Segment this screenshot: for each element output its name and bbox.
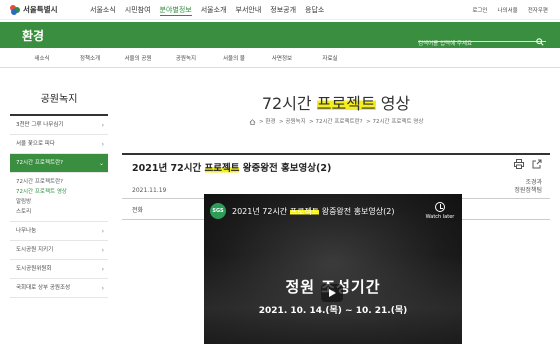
sidebar-item-park-committee[interactable]: 도시공원위원회 › xyxy=(10,260,108,279)
subnav-item-slope[interactable]: 사면정보 xyxy=(258,54,306,62)
chevron-right-icon: › xyxy=(101,285,104,292)
video-player[interactable]: SGS 2021년 72시간 프로젝트 왕중왕전 홍보영상(2) Watch l… xyxy=(204,194,462,344)
highlighted-text: 프로젝트 xyxy=(289,207,320,216)
highlighted-text: 프로젝트 xyxy=(316,94,376,113)
author-team: 정원정책팀 xyxy=(514,187,542,194)
sidebar-item-gukhoe-park[interactable]: 국회대로 상부 공원조성 › xyxy=(10,279,108,298)
search-box xyxy=(418,30,546,50)
post-date: 2021.11.19 xyxy=(132,187,167,194)
sidebar-sub-notice[interactable]: 알림방 xyxy=(16,197,108,207)
post-author: 조경과 정원정책팀 xyxy=(514,179,542,195)
nav-item-response[interactable]: 응답소 xyxy=(305,5,324,16)
breadcrumb-item[interactable]: 환경 xyxy=(265,119,275,125)
nav-item-participation[interactable]: 시민참여 xyxy=(125,5,151,16)
sidebar-item-park-protect[interactable]: 도시공원 지키기 › xyxy=(10,241,108,260)
post-view: 2021년 72시간 프로젝트 왕중왕전 홍보영상(2) 조경과 정원정책팀 2… xyxy=(122,153,550,220)
subnav-item-policy[interactable]: 정책소개 xyxy=(66,54,114,62)
breadcrumb-item[interactable]: 72시간 프로젝트 영상 xyxy=(372,119,423,125)
chevron-right-icon: › xyxy=(101,247,104,254)
breadcrumb: > 환경 > 공원녹지 > 72시간 프로젝트란? > 72시간 프로젝트 영상 xyxy=(122,117,550,125)
sub-nav: 새소식 정책소개 서울의 공원 공원녹지 서울의 물 사면정보 자료실 xyxy=(0,48,560,68)
chevron-down-icon: ⌄ xyxy=(98,160,104,167)
sidebar-item-flowers[interactable]: 서울 꽃으로 피다 › xyxy=(10,135,108,154)
breadcrumb-item[interactable]: 공원녹지 xyxy=(285,119,305,125)
author-department: 조경과 xyxy=(525,179,542,186)
home-icon[interactable] xyxy=(249,118,256,125)
seoul-logo-icon xyxy=(10,4,20,15)
channel-logo[interactable]: SGS xyxy=(210,203,226,219)
nav-item-departments[interactable]: 부서안내 xyxy=(236,5,262,16)
subnav-item-seoul-parks[interactable]: 서울의 공원 xyxy=(114,54,162,62)
section-title: 환경 xyxy=(22,29,45,43)
sidebar-item-tree-planting[interactable]: 3천만 그루 나무심기 › xyxy=(10,116,108,135)
sidebar-item-tree-sharing[interactable]: 나무나눔 › xyxy=(10,222,108,241)
logo-text: 서울특별시 xyxy=(23,5,58,14)
nav-item-field-info[interactable]: 분야별정보 xyxy=(159,5,192,16)
subnav-item-water[interactable]: 서울의 물 xyxy=(210,54,258,62)
chevron-right-icon: › xyxy=(101,122,104,129)
sidebar-sub-about[interactable]: 72시간 프로젝트란? xyxy=(16,177,108,187)
global-nav: 서울소식 시민참여 분야별정보 서울소개 부서안내 정보공개 응답소 xyxy=(90,5,324,16)
login-link[interactable]: 로그인 xyxy=(472,6,487,14)
section-header: 환경 xyxy=(0,22,560,50)
highlighted-text: 프로젝트 xyxy=(204,163,240,174)
top-bar: 서울특별시 서울소식 시민참여 분야별정보 서울소개 부서안내 정보공개 응답소… xyxy=(0,0,560,20)
sidebar-sub-video[interactable]: 72시간 프로젝트 영상 xyxy=(16,187,108,197)
play-button[interactable] xyxy=(321,284,343,302)
email-link[interactable]: 전자우편 xyxy=(528,6,548,14)
my-seoul-link[interactable]: 나의서울 xyxy=(498,6,518,14)
sidebar: 공원녹지 3천만 그루 나무심기 › 서울 꽃으로 피다 › 72시간 프로젝트란?… xyxy=(10,85,108,298)
post-title: 2021년 72시간 프로젝트 왕중왕전 홍보영상(2) xyxy=(132,163,332,174)
sidebar-title: 공원녹지 xyxy=(10,85,108,116)
nav-item-info-disclosure[interactable]: 정보공개 xyxy=(270,5,296,16)
chevron-right-icon: › xyxy=(101,228,104,235)
sidebar-sub-story[interactable]: 스토리 xyxy=(16,207,108,217)
chevron-right-icon: › xyxy=(101,141,104,148)
watch-later-button[interactable]: Watch later xyxy=(425,202,455,220)
breadcrumb-item[interactable]: 72시간 프로젝트란? xyxy=(316,119,363,125)
utility-links: 로그인 나의서울 전자우편 xyxy=(472,6,548,14)
video-title[interactable]: 2021년 72시간 프로젝트 왕중왕전 홍보영상(2) xyxy=(232,206,394,217)
seoul-logo[interactable]: 서울특별시 xyxy=(10,4,58,15)
subnav-item-green[interactable]: 공원녹지 xyxy=(162,54,210,62)
nav-item-about[interactable]: 서울소개 xyxy=(201,5,227,16)
sidebar-submenu: 72시간 프로젝트란? 72시간 프로젝트 영상 알림방 스토리 xyxy=(10,173,108,222)
nav-item-news[interactable]: 서울소식 xyxy=(90,5,116,16)
subnav-item-news[interactable]: 새소식 xyxy=(18,54,66,62)
clock-icon xyxy=(435,202,445,212)
post-actions xyxy=(514,159,542,169)
chevron-right-icon: › xyxy=(101,266,104,273)
share-icon[interactable] xyxy=(532,159,542,169)
subnav-item-archive[interactable]: 자료실 xyxy=(306,54,354,62)
page-title: 72시간 프로젝트 영상 xyxy=(261,94,411,113)
phone-label: 전화 xyxy=(132,207,144,214)
sidebar-item-72h-project[interactable]: 72시간 프로젝트란? ⌄ xyxy=(10,154,108,173)
print-icon[interactable] xyxy=(514,159,524,169)
video-overlay-date: 2021. 10. 14.(목) ~ 10. 21.(목) xyxy=(258,306,408,316)
